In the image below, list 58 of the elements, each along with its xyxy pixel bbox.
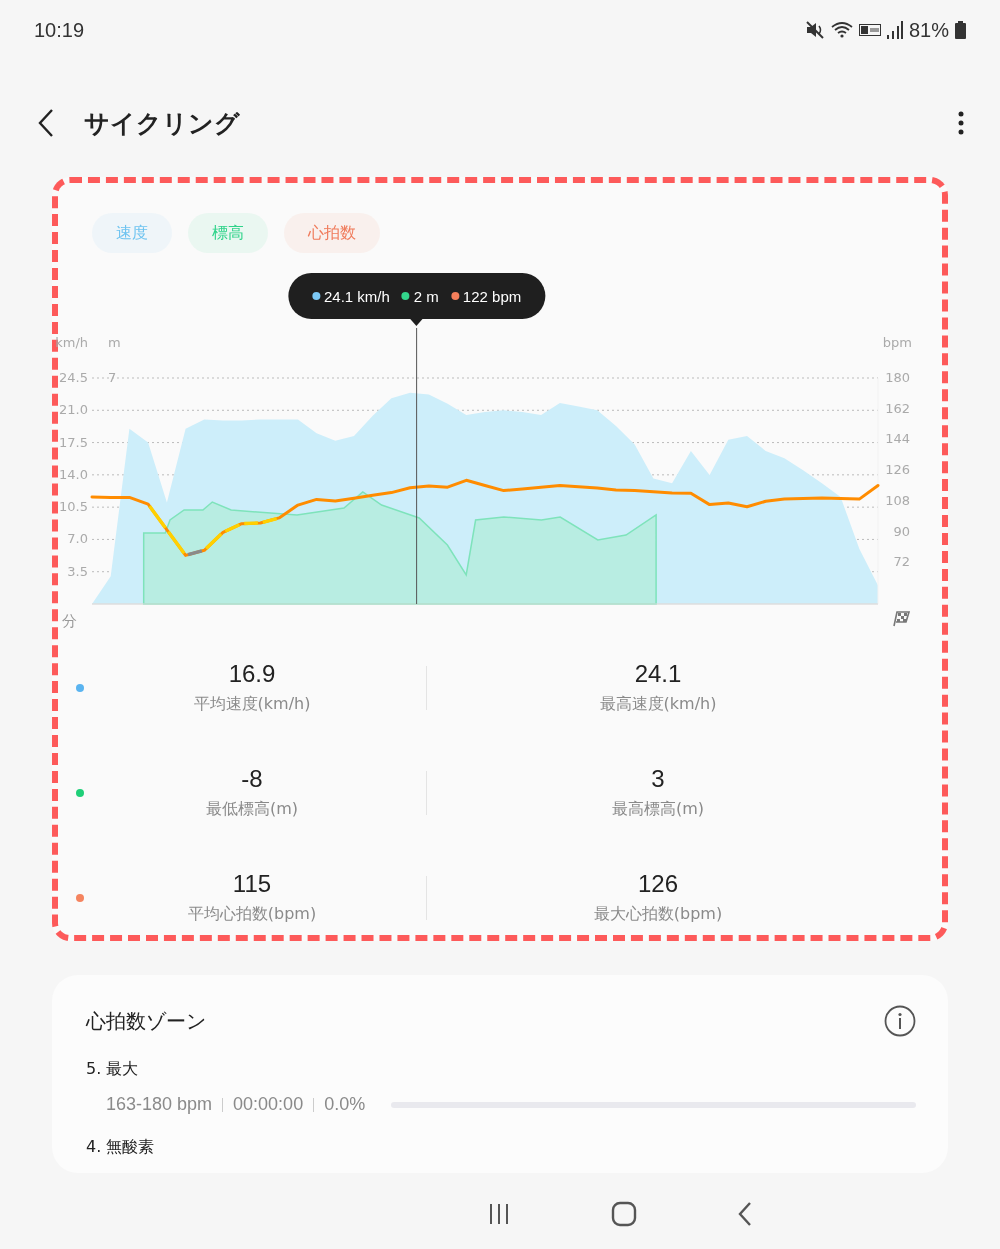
signal-icon [886,21,903,39]
section-title: 心拍数ゾーン [86,1007,206,1035]
axis-unit: km/h [55,335,88,350]
axis-tick: 180 [885,370,910,385]
axis-tick: 10.5 [59,499,88,515]
axis-tick: 14.0 [59,466,88,482]
legend-chip[interactable]: 心拍数 [284,213,380,253]
axis-tick: 90 [893,523,910,539]
status-time: 10:19 [34,18,85,42]
tooltip-value: 122 bpm [450,287,522,305]
stat-label: 最低標高(m) [205,799,299,820]
battery-level: 81% [908,18,949,42]
tooltip-value: 2 m [401,287,439,305]
stat-value: 24.1 [634,660,682,688]
axis-tick: 21.0 [59,402,88,418]
zone-name: 4. 無酸素 [86,1137,156,1158]
zone-percent: 0.0% [324,1094,366,1115]
recent-apps-button[interactable] [487,1202,511,1226]
stat-value: 16.9 [228,660,276,688]
battery-icon [955,21,966,39]
finish-flag-icon [893,611,911,627]
zone-time: 00:00:00 [233,1094,304,1115]
axis-tick: 3.5 [67,563,88,579]
back-nav-button[interactable] [737,1201,753,1227]
axis-unit: m [108,335,121,350]
more-options-button[interactable] [958,111,964,135]
stat-label: 最高速度(km/h) [599,694,717,715]
info-button[interactable] [884,1005,916,1037]
home-button[interactable] [611,1201,637,1227]
stat-label: 平均心拍数(bpm) [187,904,317,925]
axis-tick: 162 [885,400,910,416]
wifi-icon [830,21,853,39]
axis-tick: 108 [885,492,910,508]
tooltip-value: 24.1 km/h [312,287,390,305]
axis-tick: 24.5 [59,370,88,385]
back-button[interactable] [36,108,56,138]
stat-value: -8 [241,765,263,793]
zone-range: 163-180 bpm [106,1094,213,1115]
axis-tick: 7.0 [67,531,88,547]
zone-name: 5. 最大 [86,1059,140,1080]
axis-tick: 7 [108,370,117,385]
stat-label: 最大心拍数(bpm) [593,904,723,925]
legend-chip[interactable]: 標高 [188,213,268,253]
axis-label: 分 [62,612,77,630]
stat-label: 平均速度(km/h) [193,694,311,715]
stat-value: 126 [637,870,678,898]
page-title: サイクリング [84,107,241,140]
axis-tick: 17.5 [59,434,88,450]
stat-value: 3 [651,765,665,793]
axis-tick: 144 [885,431,910,447]
stat-label: 最高標高(m) [611,799,705,820]
mute-icon [804,20,825,40]
axis-unit: bpm [882,335,912,350]
legend-chip[interactable]: 速度 [92,213,172,253]
volte-icon [858,24,881,36]
stat-value: 115 [232,870,272,898]
axis-tick: 126 [885,462,910,478]
axis-tick: 72 [893,554,910,570]
